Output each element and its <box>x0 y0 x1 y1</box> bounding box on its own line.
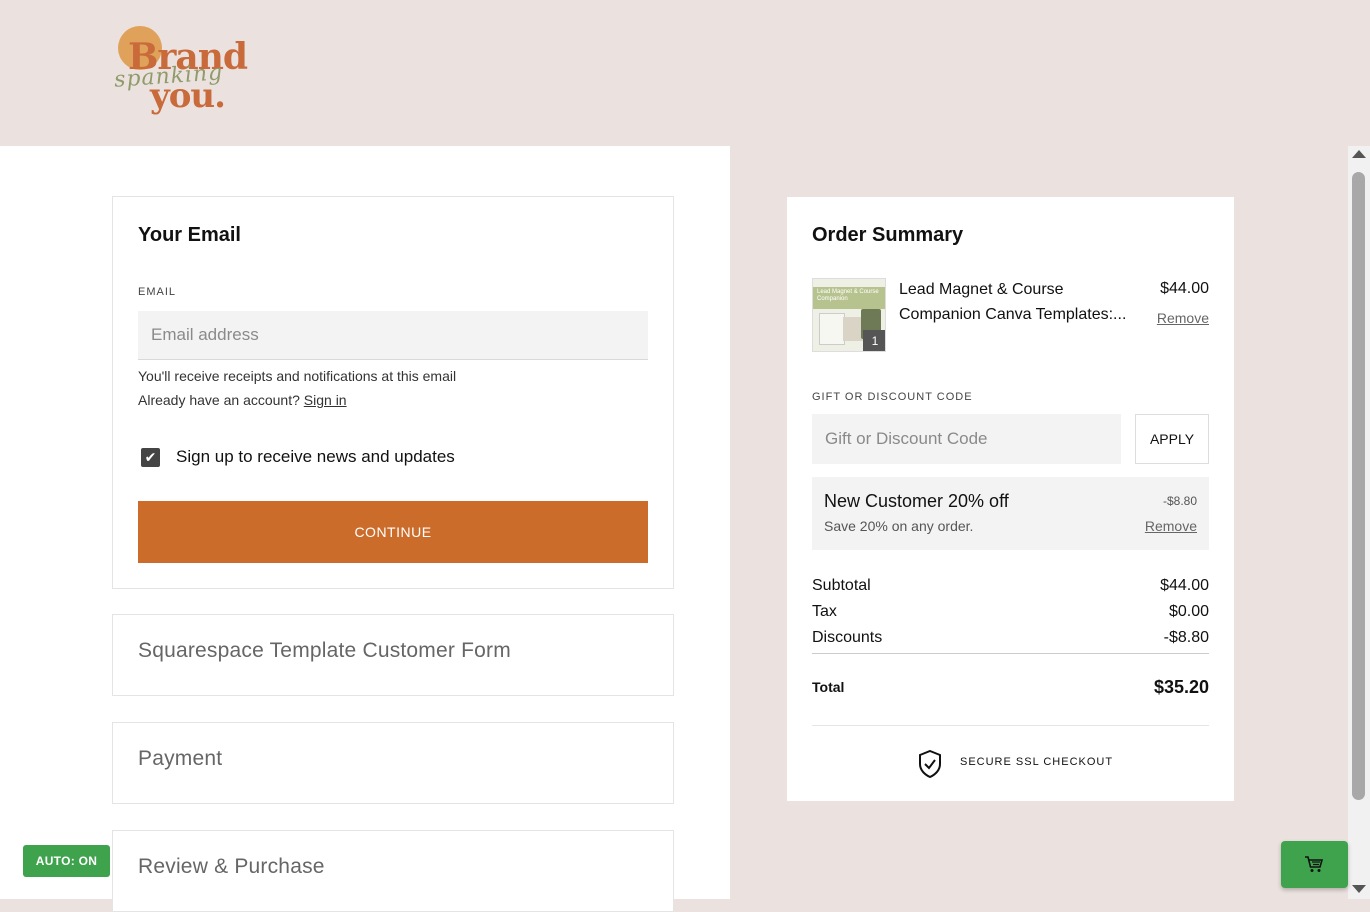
discounts-label: Discounts <box>812 629 883 646</box>
total-label: Total <box>812 679 845 695</box>
secure-divider <box>812 725 1209 726</box>
total-row: Total $35.20 <box>812 677 1209 697</box>
thumb-text: Lead Magnet & Course Companion <box>817 289 879 302</box>
scroll-down-arrow-icon[interactable] <box>1352 885 1366 893</box>
account-prompt-text: Already have an account? <box>138 392 300 408</box>
remove-promo-link[interactable]: Remove <box>1145 518 1197 534</box>
tax-row: Tax $0.00 <box>812 603 1209 621</box>
step-customer-form-title: Squarespace Template Customer Form <box>138 639 511 662</box>
tax-value: $0.00 <box>1168 603 1209 620</box>
thumb-page-image <box>819 313 845 345</box>
page-scrollbar[interactable] <box>1348 146 1370 899</box>
page-header: Brand spanking you. <box>0 0 1370 146</box>
total-value: $35.20 <box>1153 677 1209 697</box>
promo-description: Save 20% on any order. <box>824 518 974 534</box>
step-payment[interactable]: Payment <box>112 722 674 804</box>
email-input[interactable] <box>138 311 648 360</box>
product-thumbnail: Lead Magnet & Course Companion 1 <box>812 278 886 352</box>
auto-mode-badge[interactable]: AUTO: ON <box>23 845 110 877</box>
product-name-line1: Lead Magnet & Course <box>899 281 1064 298</box>
shopping-cart-icon <box>1305 856 1324 872</box>
discounts-row: Discounts -$8.80 <box>812 629 1209 647</box>
secure-checkout-label: SECURE SSL CHECKOUT <box>960 756 1114 768</box>
scrollbar-thumb[interactable] <box>1352 172 1365 800</box>
subtotal-row: Subtotal $44.00 <box>812 577 1209 595</box>
logo-text-you: you. <box>150 76 226 116</box>
cart-button[interactable] <box>1281 841 1348 888</box>
totals-divider <box>812 653 1209 654</box>
discount-code-input[interactable] <box>812 414 1121 464</box>
shield-check-icon <box>919 750 941 778</box>
newsletter-checkbox[interactable]: ✔ <box>141 448 160 467</box>
email-label: EMAIL <box>138 286 177 298</box>
step-review-purchase[interactable]: Review & Purchase <box>112 830 674 912</box>
account-prompt: Already have an account? Sign in <box>138 392 347 408</box>
sign-in-link[interactable]: Sign in <box>304 392 347 408</box>
email-section-title: Your Email <box>138 224 241 246</box>
product-price: $44.00 <box>1160 280 1209 297</box>
step-review-title: Review & Purchase <box>138 855 325 878</box>
newsletter-label[interactable]: Sign up to receive news and updates <box>176 447 455 467</box>
scroll-up-arrow-icon[interactable] <box>1352 150 1366 158</box>
order-summary: Order Summary Lead Magnet & Course Compa… <box>787 197 1234 801</box>
email-section: Your Email EMAIL You'll receive receipts… <box>112 196 674 589</box>
email-note: You'll receive receipts and notification… <box>138 368 457 384</box>
step-customer-form[interactable]: Squarespace Template Customer Form <box>112 614 674 696</box>
product-name-line2: Companion Canva Templates:... <box>899 306 1127 323</box>
product-name: Lead Magnet & Course Companion Canva Tem… <box>899 277 1139 327</box>
discounts-value: -$8.80 <box>1163 629 1209 646</box>
order-summary-title: Order Summary <box>812 224 964 246</box>
brand-logo[interactable]: Brand spanking you. <box>112 22 252 118</box>
promo-amount: -$8.80 <box>1162 494 1197 508</box>
applied-promo: New Customer 20% off -$8.80 Save 20% on … <box>812 477 1209 550</box>
quantity-badge: 1 <box>863 330 885 351</box>
subtotal-value: $44.00 <box>1160 577 1209 594</box>
subtotal-label: Subtotal <box>812 577 871 594</box>
step-payment-title: Payment <box>138 747 223 770</box>
apply-button[interactable]: APPLY <box>1135 414 1209 464</box>
promo-title: New Customer 20% off <box>824 491 1009 511</box>
check-icon: ✔ <box>144 449 157 465</box>
remove-item-link[interactable]: Remove <box>1157 310 1209 326</box>
discount-code-label: GIFT OR DISCOUNT CODE <box>812 391 973 403</box>
continue-button[interactable]: CONTINUE <box>138 501 648 563</box>
tax-label: Tax <box>812 603 837 620</box>
